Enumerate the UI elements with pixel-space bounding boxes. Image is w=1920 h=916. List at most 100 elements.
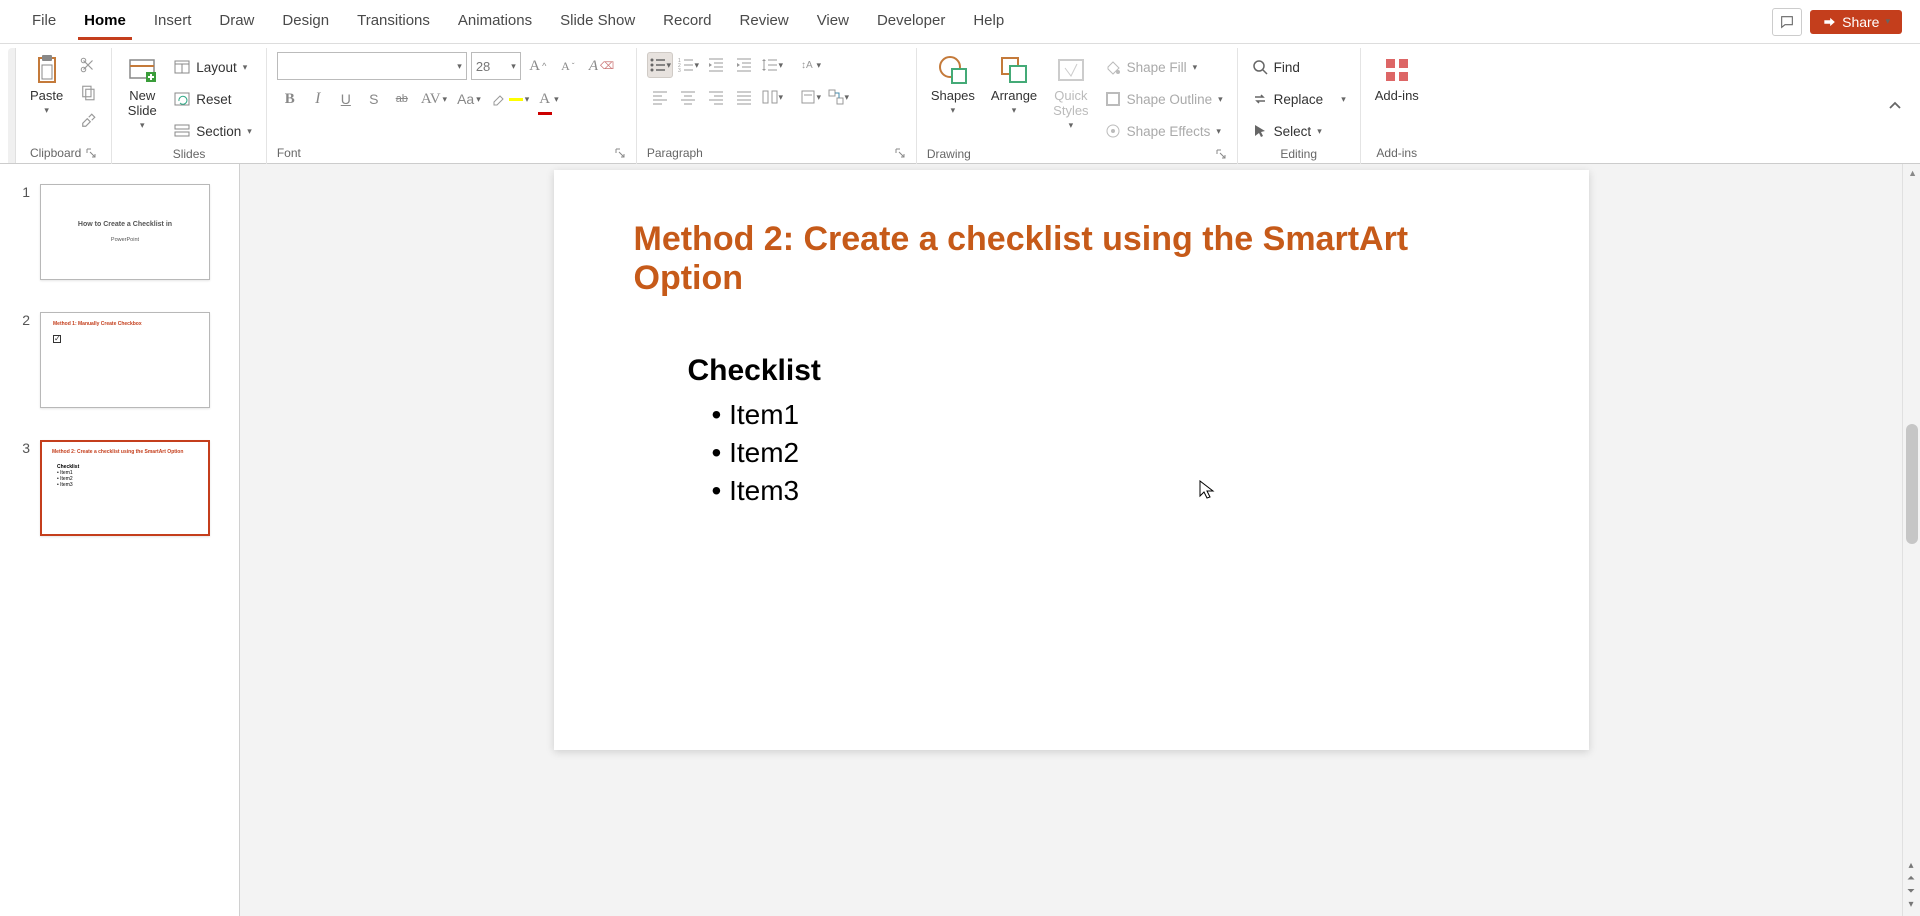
tab-developer[interactable]: Developer	[863, 4, 959, 39]
next-slide-button[interactable]: ▾	[1904, 899, 1918, 910]
italic-button[interactable]: I	[305, 86, 331, 112]
align-center-button[interactable]	[675, 84, 701, 110]
share-button[interactable]: Share ▾	[1810, 10, 1902, 34]
slide-title[interactable]: Method 2: Create a checklist using the S…	[634, 220, 1509, 298]
columns-icon	[761, 88, 779, 106]
strikethrough-button[interactable]: ab	[389, 86, 415, 112]
columns-button[interactable]: ▾	[759, 84, 785, 110]
tab-file[interactable]: File	[18, 4, 70, 39]
reset-icon	[174, 91, 190, 107]
clear-formatting-button[interactable]: A⌫	[585, 53, 618, 79]
reset-button[interactable]: Reset	[170, 84, 256, 114]
select-button[interactable]: Select▾	[1248, 116, 1350, 146]
slide-canvas-area[interactable]: Method 2: Create a checklist using the S…	[240, 164, 1902, 916]
numbering-icon: 123	[677, 56, 695, 74]
bold-button[interactable]: B	[277, 86, 303, 112]
align-left-button[interactable]	[647, 84, 673, 110]
dialog-launcher[interactable]	[614, 147, 626, 159]
tab-draw[interactable]: Draw	[205, 4, 268, 39]
effects-icon	[1105, 123, 1121, 139]
shapes-button[interactable]: Shapes▾	[927, 52, 979, 118]
highlighter-icon	[491, 91, 507, 107]
tab-slideshow[interactable]: Slide Show	[546, 4, 649, 39]
layout-icon	[174, 59, 190, 75]
prev-slide-button[interactable]: ▴	[1904, 860, 1918, 871]
thumbnail-2[interactable]: 2 Method 1: Manually Create Checkbox ✓	[14, 312, 225, 408]
tab-transitions[interactable]: Transitions	[343, 4, 444, 39]
prev-slide-double-button[interactable]: ⏶	[1904, 873, 1918, 884]
decrease-font-button[interactable]: Aˇ	[555, 53, 581, 79]
line-spacing-button[interactable]: ▾	[759, 52, 785, 78]
tab-help[interactable]: Help	[959, 4, 1018, 39]
checklist-items[interactable]: • Item1 • Item2 • Item3	[712, 396, 1509, 509]
convert-smartart-icon	[827, 88, 845, 106]
shape-outline-button[interactable]: Shape Outline▾	[1101, 84, 1227, 114]
bucket-icon	[1105, 59, 1121, 75]
decrease-indent-button[interactable]	[703, 52, 729, 78]
paste-button[interactable]: Paste ▾	[26, 52, 67, 118]
dialog-launcher[interactable]	[894, 147, 906, 159]
chevron-down-icon: ▾	[44, 105, 49, 116]
shape-fill-button[interactable]: Shape Fill▾	[1101, 52, 1227, 82]
arrange-button[interactable]: Arrange▾	[987, 52, 1041, 118]
thumbnail-pane[interactable]: 1 How to Create a Checklist in PowerPoin…	[0, 164, 240, 916]
font-size-input[interactable]: 28▾	[471, 52, 521, 80]
tabs-bar: File Home Insert Draw Design Transitions…	[0, 0, 1920, 44]
tab-design[interactable]: Design	[268, 4, 343, 39]
find-button[interactable]: Find	[1248, 52, 1350, 82]
font-color-button[interactable]: A▾	[535, 86, 562, 112]
increase-font-button[interactable]: A^	[525, 53, 551, 79]
dialog-launcher[interactable]	[85, 147, 97, 159]
group-editing: Find Replace▾ Select▾ Editing	[1238, 48, 1361, 164]
tab-view[interactable]: View	[803, 4, 863, 39]
char-spacing-button[interactable]: AV▾	[417, 86, 451, 112]
replace-button[interactable]: Replace▾	[1248, 84, 1350, 114]
scroll-thumb[interactable]	[1906, 424, 1918, 544]
shapes-icon	[937, 54, 969, 86]
comments-button[interactable]	[1772, 8, 1802, 36]
font-name-input[interactable]: ▾	[277, 52, 467, 80]
increase-indent-button[interactable]	[731, 52, 757, 78]
slide-thumb[interactable]: Method 1: Manually Create Checkbox ✓	[40, 312, 210, 408]
tab-record[interactable]: Record	[649, 4, 725, 39]
dialog-launcher[interactable]	[1215, 148, 1227, 160]
slide-thumb[interactable]: How to Create a Checklist in PowerPoint	[40, 184, 210, 280]
addins-button[interactable]: Add-ins	[1371, 52, 1423, 105]
shadow-button[interactable]: S	[361, 86, 387, 112]
smartart-button[interactable]: ▾	[825, 84, 851, 110]
change-case-button[interactable]: Aa▾	[453, 86, 485, 112]
comment-icon	[1779, 14, 1795, 30]
slide-thumb[interactable]: Method 2: Create a checklist using the S…	[40, 440, 210, 536]
numbering-button[interactable]: 123▾	[675, 52, 701, 78]
copy-button[interactable]	[75, 80, 101, 106]
next-slide-double-button[interactable]: ⏷	[1904, 886, 1918, 897]
underline-button[interactable]: U	[333, 86, 359, 112]
slide-canvas[interactable]: Method 2: Create a checklist using the S…	[554, 170, 1589, 750]
text-direction-button[interactable]: ↕A▾	[797, 52, 823, 78]
list-item: • Item2	[712, 434, 1509, 472]
bullets-button[interactable]: ▾	[647, 52, 673, 78]
justify-button[interactable]	[731, 84, 757, 110]
quick-styles-button[interactable]: Quick Styles▾	[1049, 52, 1092, 133]
tab-insert[interactable]: Insert	[140, 4, 206, 39]
align-text-button[interactable]: ▾	[797, 84, 823, 110]
group-label: Paragraph	[647, 146, 703, 160]
align-right-button[interactable]	[703, 84, 729, 110]
format-painter-button[interactable]	[75, 108, 101, 134]
scroll-up-icon[interactable]: ▲	[1908, 168, 1917, 178]
tab-animations[interactable]: Animations	[444, 4, 546, 39]
quick-styles-icon	[1055, 54, 1087, 86]
tab-home[interactable]: Home	[70, 4, 140, 39]
checklist-heading[interactable]: Checklist	[688, 354, 1509, 388]
tab-review[interactable]: Review	[726, 4, 803, 39]
new-slide-button[interactable]: New Slide ▾	[122, 52, 162, 133]
layout-button[interactable]: Layout▾	[170, 52, 256, 82]
highlight-button[interactable]: ▾	[487, 86, 534, 112]
collapse-ribbon-button[interactable]	[1878, 48, 1912, 163]
thumbnail-3[interactable]: 3 Method 2: Create a checklist using the…	[14, 440, 225, 536]
vertical-scrollbar[interactable]: ▲ ▴ ⏶ ⏷ ▾	[1902, 164, 1920, 916]
thumbnail-1[interactable]: 1 How to Create a Checklist in PowerPoin…	[14, 184, 225, 280]
shape-effects-button[interactable]: Shape Effects▾	[1101, 116, 1227, 146]
cut-button[interactable]	[75, 52, 101, 78]
section-button[interactable]: Section▾	[170, 116, 256, 146]
